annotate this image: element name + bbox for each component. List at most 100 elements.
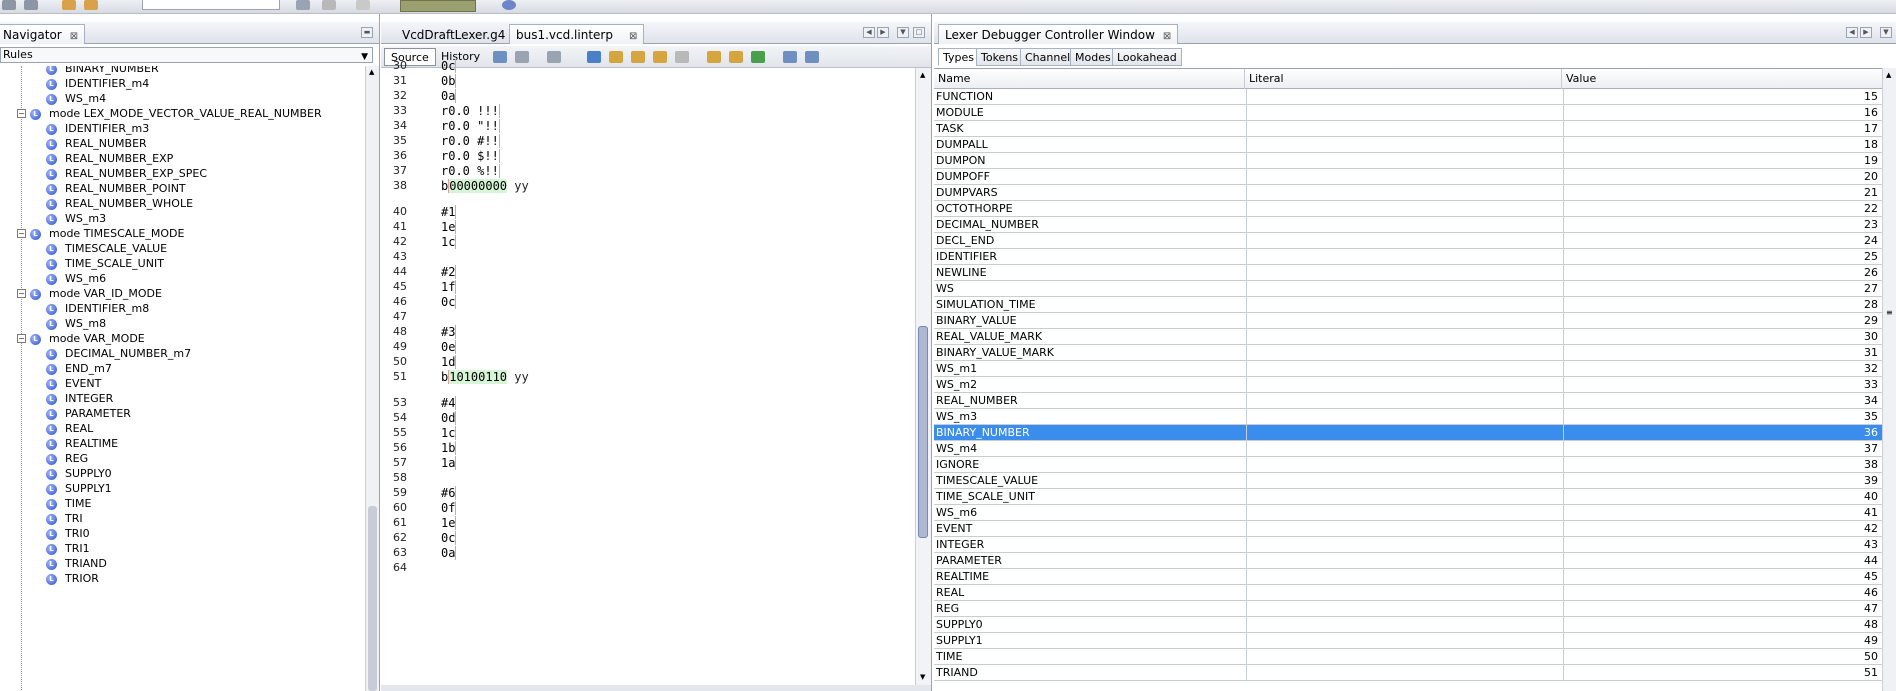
table-row[interactable]: SUPPLY1 49 — [934, 633, 1882, 649]
table-row[interactable]: BINARY_NUMBER 36 — [934, 425, 1882, 441]
close-icon[interactable]: ⊠ — [1163, 31, 1171, 42]
table-row[interactable]: TIME_SCALE_UNIT 40 — [934, 489, 1882, 505]
table-row[interactable]: PARAMETER 44 — [934, 553, 1882, 569]
undo-icon[interactable] — [62, 0, 76, 10]
table-row[interactable]: TIMESCALE_VALUE 39 — [934, 473, 1882, 489]
table-row[interactable]: WS_m4 37 — [934, 441, 1882, 457]
maximize-icon[interactable]: □ — [913, 27, 925, 38]
scroll-tabs-left-icon[interactable]: ◀ — [863, 27, 875, 38]
configuration-combo[interactable] — [142, 0, 280, 10]
navigator-scrollbar[interactable]: ▲ — [365, 66, 379, 691]
shift-right-icon[interactable] — [805, 51, 819, 63]
back-icon[interactable] — [515, 51, 529, 63]
collapse-toggle-icon[interactable]: − — [17, 334, 26, 343]
collapse-toggle-icon[interactable]: − — [17, 229, 26, 238]
redo-icon[interactable] — [84, 0, 98, 10]
code-line[interactable]: b10100110 yy — [441, 368, 529, 386]
find-icon[interactable] — [587, 51, 601, 63]
shift-left-icon[interactable] — [783, 51, 797, 63]
table-row[interactable]: WS_m1 32 — [934, 361, 1882, 377]
source-button[interactable]: Source — [384, 48, 436, 66]
previous-bookmark-icon[interactable] — [707, 51, 721, 63]
collapse-toggle-icon[interactable]: − — [17, 109, 26, 118]
run-icon[interactable] — [356, 0, 370, 10]
build-icon[interactable] — [296, 0, 310, 10]
code-line[interactable]: 0c — [441, 293, 457, 311]
new-file-icon[interactable] — [2, 0, 16, 10]
table-row[interactable]: DUMPOFF 20 — [934, 169, 1882, 185]
table-row[interactable]: NEWLINE 26 — [934, 265, 1882, 281]
editor-scroll-thumb[interactable] — [918, 326, 928, 538]
table-row[interactable]: DECIMAL_NUMBER 23 — [934, 217, 1882, 233]
find-previous-icon[interactable] — [609, 51, 623, 63]
tree-rule-node[interactable]: L TRIOR — [46, 570, 99, 588]
table-row[interactable]: DUMPVARS 21 — [934, 185, 1882, 201]
subtab-types[interactable]: Types — [938, 48, 979, 66]
code-line[interactable]: 1c — [441, 233, 457, 251]
table-row[interactable]: INTEGER 43 — [934, 537, 1882, 553]
table-row[interactable]: TRIAND 51 — [934, 665, 1882, 681]
table-row[interactable]: MODULE 16 — [934, 105, 1882, 121]
table-row[interactable]: SIMULATION_TIME 28 — [934, 297, 1882, 313]
table-row[interactable]: TIME 50 — [934, 649, 1882, 665]
scroll-down-icon[interactable]: ▼ — [920, 673, 925, 681]
save-all-icon[interactable] — [24, 0, 38, 10]
column-header-value[interactable]: Value — [1562, 69, 1882, 89]
editor-horizontal-scrollbar[interactable] — [381, 685, 931, 691]
table-row[interactable]: REG 47 — [934, 601, 1882, 617]
clean-build-icon[interactable] — [322, 0, 336, 10]
next-bookmark-icon[interactable] — [729, 51, 743, 63]
table-row[interactable]: DUMPON 19 — [934, 153, 1882, 169]
toggle-rect-select-icon[interactable] — [675, 51, 689, 63]
tab-list-icon[interactable]: ▼ — [897, 27, 909, 38]
table-row[interactable]: REAL_VALUE_MARK 30 — [934, 329, 1882, 345]
close-icon[interactable]: ⊠ — [629, 31, 637, 42]
code-line[interactable]: b00000000 yy — [441, 177, 529, 195]
scroll-up-icon[interactable]: ▲ — [1886, 71, 1891, 79]
table-row[interactable]: BINARY_VALUE_MARK 31 — [934, 345, 1882, 361]
profile-icon[interactable] — [502, 0, 516, 10]
last-edit-icon[interactable] — [493, 51, 507, 63]
memory-indicator[interactable] — [400, 0, 476, 12]
tab-navigator[interactable]: Navigator ⊠ — [0, 24, 86, 44]
tab-list-icon[interactable]: ▼ — [1880, 27, 1892, 38]
table-row[interactable]: SUPPLY0 48 — [934, 617, 1882, 633]
forward-icon[interactable] — [547, 51, 561, 63]
table-row[interactable]: IDENTIFIER 25 — [934, 249, 1882, 265]
code-line[interactable]: 0a — [441, 544, 457, 562]
scroll-tabs-right-icon[interactable]: ▶ — [1860, 27, 1872, 38]
table-row[interactable]: WS_m2 33 — [934, 377, 1882, 393]
table-row[interactable]: IGNORE 38 — [934, 457, 1882, 473]
close-icon[interactable]: ⊠ — [70, 31, 78, 42]
table-row[interactable]: FUNCTION 15 — [934, 89, 1882, 105]
scroll-up-icon[interactable]: ▲ — [920, 71, 925, 79]
column-header-name[interactable]: Name — [934, 69, 1245, 89]
scroll-tabs-left-icon[interactable]: ◀ — [1846, 27, 1858, 38]
tab-lexer-debugger[interactable]: Lexer Debugger Controller Window ⊠ — [938, 24, 1179, 44]
toggle-highlight-icon[interactable] — [653, 51, 667, 63]
toggle-bookmark-icon[interactable] — [751, 51, 765, 63]
table-row[interactable]: DUMPALL 18 — [934, 137, 1882, 153]
table-row[interactable]: REAL 46 — [934, 585, 1882, 601]
tab-bus1-vcd-linterp[interactable]: bus1.vcd.linterp ⊠ — [509, 24, 645, 44]
editor-scrollbar[interactable]: ▲ ▼ — [915, 68, 931, 691]
table-row[interactable]: EVENT 42 — [934, 521, 1882, 537]
types-table-scrollbar[interactable]: ▲ ≡ — [1882, 68, 1896, 691]
table-row[interactable]: WS 27 — [934, 281, 1882, 297]
navigator-filter-select[interactable]: Rules ▼ — [0, 47, 373, 63]
table-row[interactable]: REALTIME 45 — [934, 569, 1882, 585]
code-area[interactable]: 0c 0b 0a r0.0 !!! r0.0 "!! r0.0 #!! r0.0 $!! r0… — [441, 59, 905, 691]
table-row[interactable]: OCTOTHORPE 22 — [934, 201, 1882, 217]
collapse-toggle-icon[interactable]: − — [17, 289, 26, 298]
table-row[interactable]: WS_m6 41 — [934, 505, 1882, 521]
code-line[interactable]: 1a — [441, 454, 457, 472]
table-row[interactable]: REAL_NUMBER 34 — [934, 393, 1882, 409]
scroll-tabs-right-icon[interactable]: ▶ — [877, 27, 889, 38]
column-header-literal[interactable]: Literal — [1245, 69, 1562, 89]
table-row[interactable]: TASK 17 — [934, 121, 1882, 137]
scroll-grip-icon[interactable]: ≡ — [1886, 308, 1893, 317]
navigator-scroll-thumb[interactable] — [368, 506, 377, 691]
subtab-modes[interactable]: Modes — [1070, 48, 1116, 66]
scroll-up-icon[interactable]: ▲ — [369, 68, 374, 76]
subtab-tokens[interactable]: Tokens — [976, 48, 1024, 66]
